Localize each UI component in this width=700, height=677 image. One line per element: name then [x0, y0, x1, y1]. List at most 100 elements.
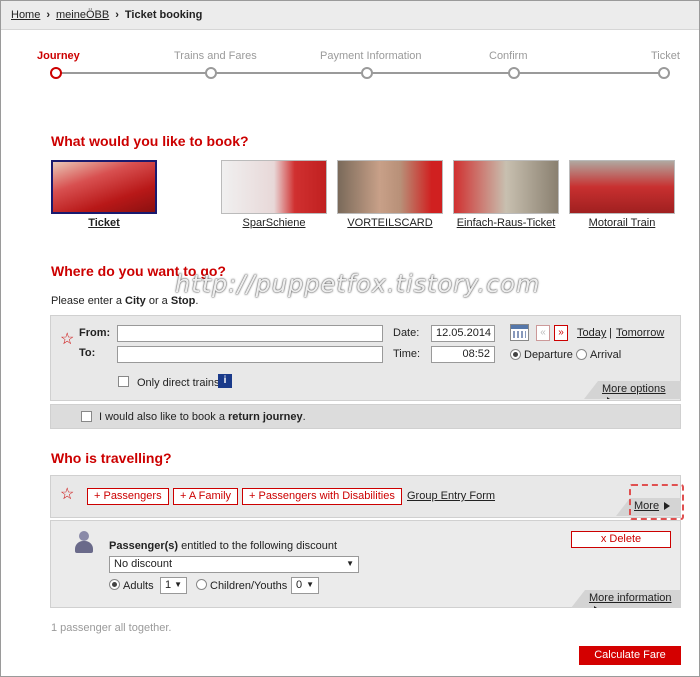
who-section-title: Who is travelling?: [51, 450, 172, 466]
tile-motorail-label: Motorail Train: [588, 217, 656, 229]
hint-city: City: [125, 295, 146, 307]
arrival-label: Arrival: [590, 349, 622, 361]
breadcrumb-separator-icon: ›: [46, 9, 51, 21]
journey-panel: ☆ From: To: Date: Time: 12.05.2014 08:52…: [50, 315, 681, 401]
children-count-select[interactable]: 0 ▼: [291, 577, 319, 594]
step-dot-confirm: [508, 67, 520, 79]
tile-vorteilscard[interactable]: VORTEILSCARD: [337, 160, 443, 229]
dropdown-arrow-icon: ▼: [306, 580, 314, 589]
return-end: .: [302, 411, 306, 423]
tile-motorail[interactable]: Motorail Train: [569, 160, 675, 229]
sparschiene-image: [221, 160, 327, 214]
tile-einfach-raus-label: Einfach-Raus-Ticket: [456, 217, 556, 229]
watermark: http://puppetfox.tistory.com: [175, 270, 541, 298]
tile-sparschiene[interactable]: SparSchiene: [221, 160, 327, 229]
return-journey-panel: I would also like to book a return journ…: [50, 404, 681, 429]
step-dot-journey: [50, 67, 62, 79]
favorite-star-icon[interactable]: ☆: [60, 487, 74, 503]
from-input[interactable]: [117, 325, 383, 342]
add-passengers-button[interactable]: + Passengers: [87, 488, 169, 505]
tomorrow-link[interactable]: Tomorrow: [616, 327, 664, 339]
arrival-radio[interactable]: [576, 349, 587, 360]
passenger-icon-head: [79, 531, 89, 541]
breadcrumb-current: Ticket booking: [124, 9, 203, 21]
dropdown-arrow-icon: ▼: [174, 580, 182, 589]
passenger-icon-body: [75, 541, 93, 553]
calendar-icon-grid: [513, 331, 526, 338]
return-journey-checkbox[interactable]: [81, 411, 92, 422]
info-icon[interactable]: i: [218, 374, 232, 388]
hint-or: or a: [145, 295, 171, 307]
adults-label: Adults: [123, 580, 154, 592]
to-input[interactable]: [117, 346, 383, 363]
favorite-star-icon[interactable]: ☆: [60, 332, 74, 348]
step-journey: Journey: [37, 50, 80, 62]
departure-label: Departure: [524, 349, 573, 361]
children-count-value: 0: [296, 579, 303, 591]
from-label: From:: [79, 327, 111, 339]
breadcrumb-account-link[interactable]: meineÖBB: [56, 9, 109, 21]
today-link[interactable]: Today: [577, 327, 606, 339]
vorteilscard-image: [337, 160, 443, 214]
tile-einfach-raus[interactable]: Einfach-Raus-Ticket: [453, 160, 559, 229]
date-label: Date:: [393, 327, 420, 339]
passenger-rest: entitled to the following discount: [178, 540, 338, 552]
children-radio[interactable]: [196, 579, 207, 590]
step-confirm: Confirm: [489, 50, 528, 62]
discount-select[interactable]: No discount ▼: [109, 556, 359, 573]
step-dot-payment: [361, 67, 373, 79]
group-entry-link[interactable]: Group Entry Form: [407, 490, 495, 502]
more-information-label: More information: [589, 592, 672, 604]
time-input[interactable]: 08:52: [431, 346, 495, 363]
progress-steps: Journey Trains and Fares Payment Informa…: [0, 45, 700, 85]
to-label: To:: [79, 347, 96, 359]
more-options-label: More options: [602, 383, 666, 395]
return-bold: return journey: [228, 411, 303, 423]
adults-count-select[interactable]: 1 ▼: [160, 577, 187, 594]
passenger-bold: Passenger(s): [109, 540, 179, 552]
book-section-title: What would you like to book?: [51, 133, 249, 149]
hint-text: Please enter a: [51, 295, 125, 307]
calculate-fare-button[interactable]: Calculate Fare: [579, 646, 681, 665]
time-label: Time:: [393, 348, 421, 360]
step-dot-ticket: [658, 67, 670, 79]
tile-ticket-label: Ticket: [88, 217, 120, 229]
more-options-toggle[interactable]: More options: [584, 381, 681, 399]
tile-sparschiene-label: SparSchiene: [242, 217, 306, 229]
add-disabilities-button[interactable]: + Passengers with Disabilities: [242, 488, 402, 505]
dropdown-arrow-icon: ▼: [346, 559, 354, 568]
breadcrumb-separator-icon: ›: [115, 9, 119, 21]
calendar-icon-header: [511, 325, 528, 329]
departure-radio[interactable]: [510, 349, 521, 360]
calendar-icon[interactable]: [510, 324, 529, 341]
passenger-icon: [71, 531, 97, 555]
ticket-image: [51, 160, 157, 214]
passenger-label: Passenger(s) entitled to the following d…: [109, 540, 337, 552]
motorail-image: [569, 160, 675, 214]
traveller-options-panel: ☆ + Passengers + A Family + Passengers w…: [50, 475, 684, 520]
einfach-raus-image: [453, 160, 559, 214]
return-journey-label: I would also like to book a return journ…: [99, 411, 306, 423]
prev-day-button[interactable]: «: [536, 325, 550, 341]
step-ticket: Ticket: [651, 50, 680, 62]
delete-button[interactable]: x Delete: [571, 531, 671, 548]
passenger-panel: Passenger(s) entitled to the following d…: [50, 520, 681, 608]
tile-ticket[interactable]: Ticket: [51, 160, 157, 229]
tile-vorteilscard-label: VORTEILSCARD: [347, 217, 433, 229]
return-prefix: I would also like to book a: [99, 411, 229, 423]
more-information-toggle[interactable]: More information: [571, 590, 681, 608]
highlight-box: [629, 484, 684, 520]
breadcrumb: Home › meineÖBB › Ticket booking: [1, 1, 699, 30]
next-day-button[interactable]: »: [554, 325, 568, 341]
discount-value: No discount: [114, 558, 173, 570]
adults-radio[interactable]: [109, 579, 120, 590]
breadcrumb-home-link[interactable]: Home: [11, 9, 40, 21]
add-family-button[interactable]: + A Family: [173, 488, 239, 505]
direct-trains-checkbox[interactable]: [118, 376, 129, 387]
date-input[interactable]: 12.05.2014: [431, 325, 495, 342]
link-separator: |: [609, 327, 612, 339]
passenger-summary: 1 passenger all together.: [51, 622, 172, 634]
direct-trains-label: Only direct trains: [137, 377, 220, 389]
children-label: Children/Youths: [210, 580, 288, 592]
adults-count-value: 1: [165, 579, 172, 591]
